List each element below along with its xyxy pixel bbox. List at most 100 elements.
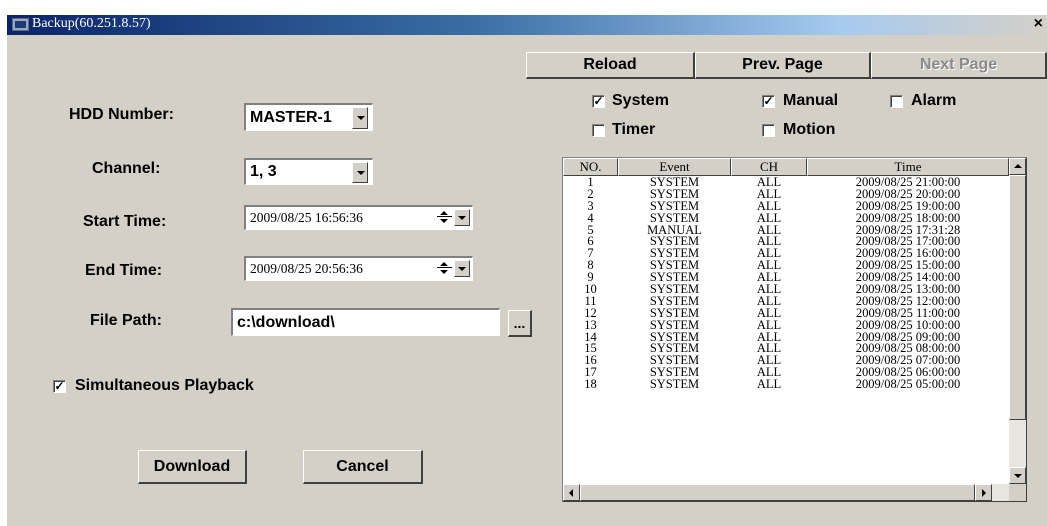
table-row[interactable]: 3 SYSTEM ALL 2009/08/25 19:00:00 — [563, 201, 1009, 213]
start-time-picker[interactable]: 2009/08/25 16:56:36 — [244, 205, 473, 230]
backup-window: Backup(60.251.8.57) × Reload Prev. Page … — [7, 15, 1047, 526]
table-cell: ALL — [756, 260, 782, 273]
end-time-label: End Time: — [85, 262, 163, 279]
table-cell: 6 — [587, 236, 594, 249]
table-row[interactable]: 16 SYSTEM ALL 2009/08/25 07:00:00 — [563, 355, 1009, 367]
start-time-value: 2009/08/25 16:56:36 — [250, 210, 363, 225]
table-row[interactable]: 4 SYSTEM ALL 2009/08/25 18:00:00 — [563, 213, 1009, 225]
table-cell: ALL — [756, 379, 782, 392]
horizontal-scrollbar[interactable] — [563, 484, 1009, 501]
table-row[interactable]: 10 SYSTEM ALL 2009/08/25 13:00:00 — [563, 284, 1009, 296]
table-row[interactable]: 14 SYSTEM ALL 2009/08/25 09:00:00 — [563, 332, 1009, 344]
table-row[interactable]: 11 SYSTEM ALL 2009/08/25 12:00:00 — [563, 296, 1009, 308]
vertical-scroll-thumb[interactable] — [1009, 175, 1026, 420]
chevron-down-icon[interactable] — [454, 260, 470, 277]
table-cell: ALL — [756, 272, 782, 285]
table-cell: 2 — [587, 188, 594, 201]
cancel-button[interactable]: Cancel — [303, 450, 423, 484]
table-cell: 10 — [584, 284, 597, 296]
column-header-no[interactable]: NO. — [563, 158, 618, 176]
table-row[interactable]: 18 SYSTEM ALL 2009/08/25 05:00:00 — [563, 379, 1009, 391]
table-cell: SYSTEM — [649, 177, 700, 189]
table-cell: 12 — [584, 307, 597, 320]
motion-label: Motion — [783, 121, 836, 138]
chevron-down-icon[interactable] — [454, 209, 470, 226]
table-cell: SYSTEM — [649, 212, 700, 225]
end-time-picker[interactable]: 2009/08/25 20:56:36 — [244, 256, 473, 281]
window-title: Backup(60.251.8.57) — [32, 16, 151, 31]
manual-checkbox[interactable]: ✓ — [762, 95, 775, 108]
start-time-spinner[interactable] — [437, 209, 452, 225]
system-checkbox[interactable]: ✓ — [592, 95, 605, 108]
table-row[interactable]: 8 SYSTEM ALL 2009/08/25 15:00:00 — [563, 260, 1009, 272]
scroll-left-icon[interactable] — [563, 484, 580, 501]
table-row[interactable]: 15 SYSTEM ALL 2009/08/25 08:00:00 — [563, 343, 1009, 355]
table-cell: SYSTEM — [649, 331, 700, 344]
table-row[interactable]: 17 SYSTEM ALL 2009/08/25 06:00:00 — [563, 367, 1009, 379]
table-cell: 2009/08/25 14:00:00 — [855, 272, 961, 285]
table-cell: 2009/08/25 06:00:00 — [855, 367, 961, 380]
scroll-up-icon[interactable] — [1009, 158, 1026, 175]
table-cell: SYSTEM — [649, 260, 700, 273]
column-header-ch[interactable]: CH — [731, 158, 807, 176]
channel-label: Channel: — [92, 160, 161, 177]
column-header-event[interactable]: Event — [618, 158, 731, 176]
table-cell: 15 — [584, 343, 597, 356]
table-cell: 2009/08/25 07:00:00 — [855, 355, 961, 368]
table-row[interactable]: 6 SYSTEM ALL 2009/08/25 17:00:00 — [563, 236, 1009, 248]
file-path-input[interactable]: c:\download\ — [231, 308, 500, 336]
table-cell: ALL — [756, 236, 782, 249]
table-cell: 2009/08/25 17:31:28 — [855, 224, 961, 237]
table-cell: 2009/08/25 10:00:00 — [855, 319, 961, 332]
table-row[interactable]: 7 SYSTEM ALL 2009/08/25 16:00:00 — [563, 248, 1009, 260]
chevron-down-icon[interactable] — [352, 162, 368, 183]
scroll-right-icon[interactable] — [975, 484, 992, 501]
alarm-checkbox[interactable] — [890, 95, 903, 108]
table-row[interactable]: 2 SYSTEM ALL 2009/08/25 20:00:00 — [563, 189, 1009, 201]
timer-label: Timer — [612, 121, 656, 138]
motion-checkbox[interactable] — [762, 124, 775, 137]
table-cell: ALL — [756, 343, 782, 356]
table-cell: SYSTEM — [649, 307, 700, 320]
column-header-time[interactable]: Time — [807, 158, 1009, 176]
table-cell: ALL — [756, 295, 782, 308]
table-row[interactable]: 12 SYSTEM ALL 2009/08/25 11:00:00 — [563, 308, 1009, 320]
table-cell: 2009/08/25 13:00:00 — [855, 284, 961, 296]
table-row[interactable]: 1 SYSTEM ALL 2009/08/25 21:00:00 — [563, 177, 1009, 189]
table-cell: ALL — [756, 367, 782, 380]
simultaneous-playback-checkbox[interactable]: ✓ — [53, 380, 66, 393]
table-row[interactable]: 5 MANUAL ALL 2009/08/25 17:31:28 — [563, 225, 1009, 237]
table-cell: ALL — [756, 212, 782, 225]
table-cell: ALL — [756, 224, 782, 237]
browse-button[interactable]: ... — [508, 310, 532, 337]
table-cell: 2009/08/25 16:00:00 — [855, 248, 961, 261]
event-list[interactable]: NO. Event CH Time 1 SYSTEM ALL 2009/08/25 2… — [562, 157, 1027, 502]
next-page-button[interactable]: Next Page — [871, 52, 1047, 79]
table-cell: 18 — [584, 379, 597, 392]
chevron-down-icon[interactable] — [352, 107, 368, 129]
reload-button[interactable]: Reload — [526, 52, 695, 79]
start-time-label: Start Time: — [83, 213, 167, 230]
hdd-number-select[interactable]: MASTER-1 — [244, 103, 373, 131]
table-cell: 8 — [587, 260, 594, 273]
close-icon[interactable]: × — [1034, 15, 1043, 33]
horizontal-scroll-thumb[interactable] — [580, 484, 975, 501]
table-cell: 2009/08/25 17:00:00 — [855, 236, 961, 249]
timer-checkbox[interactable] — [592, 124, 605, 137]
scroll-down-icon[interactable] — [1009, 467, 1026, 484]
table-row[interactable]: 13 SYSTEM ALL 2009/08/25 10:00:00 — [563, 320, 1009, 332]
table-cell: ALL — [756, 355, 782, 368]
vertical-scrollbar[interactable] — [1009, 158, 1026, 484]
table-cell: ALL — [756, 307, 782, 320]
table-cell: SYSTEM — [649, 343, 700, 356]
prev-page-button[interactable]: Prev. Page — [695, 52, 871, 79]
table-cell: ALL — [756, 177, 782, 189]
table-row[interactable]: 9 SYSTEM ALL 2009/08/25 14:00:00 — [563, 272, 1009, 284]
download-button[interactable]: Download — [138, 450, 247, 484]
table-cell: SYSTEM — [649, 248, 700, 261]
channel-select[interactable]: 1, 3 — [244, 158, 373, 185]
table-cell: SYSTEM — [649, 367, 700, 380]
title-bar[interactable]: Backup(60.251.8.57) × — [7, 15, 1047, 35]
table-cell: SYSTEM — [649, 236, 700, 249]
end-time-spinner[interactable] — [437, 260, 452, 276]
